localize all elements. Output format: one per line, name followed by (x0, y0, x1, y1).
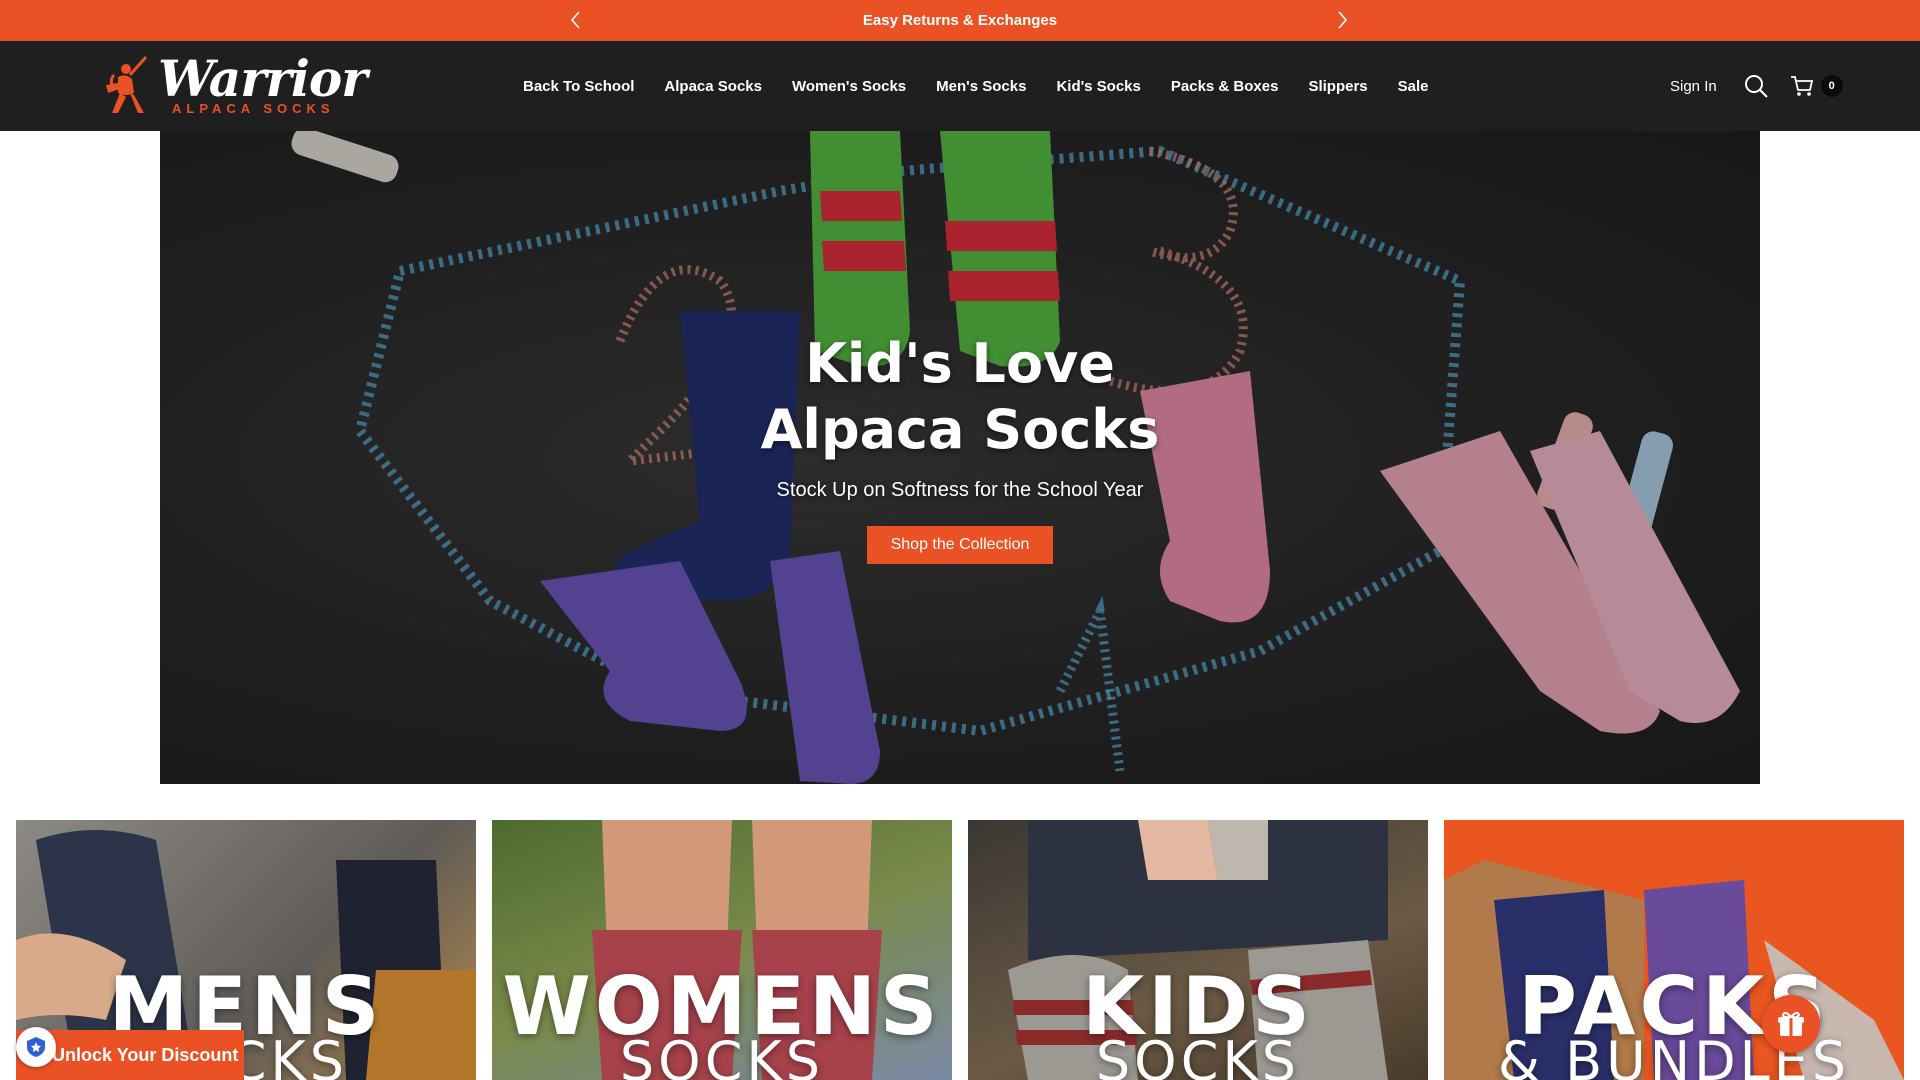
cart-count-badge: 0 (1820, 75, 1843, 97)
category-tile-kids[interactable]: KIDS SOCKS (968, 820, 1428, 1080)
category-tile-packs[interactable]: PACKS & BUNDLES (1444, 820, 1904, 1080)
nav-item-slippers[interactable]: Slippers (1308, 78, 1367, 95)
nav-item-kids-socks[interactable]: Kid's Socks (1056, 78, 1140, 95)
brand-tagline: ALPACA SOCKS (172, 101, 335, 116)
nav-item-alpaca-socks[interactable]: Alpaca Socks (664, 78, 762, 95)
brand-logo[interactable]: Warrior ALPACA SOCKS (100, 49, 368, 121)
cart-button[interactable]: 0 (1789, 73, 1843, 99)
category-subtitle: & BUNDLES (1497, 1030, 1851, 1080)
nav-item-sale[interactable]: Sale (1398, 78, 1429, 95)
category-tiles: MENS SOCKS WOMENS SOCKS KIDS SOCKS PACKS… (16, 820, 1904, 1080)
header-actions: Sign In 0 (1670, 41, 1843, 131)
search-icon[interactable] (1743, 73, 1769, 99)
hero-content: Kid's Love Alpaca Socks Stock Up on Soft… (160, 331, 1760, 564)
announcement-bar: Easy Returns & Exchanges (0, 0, 1920, 41)
sign-in-link[interactable]: Sign In (1670, 78, 1717, 95)
category-subtitle: SOCKS (1095, 1030, 1301, 1080)
category-tile-womens[interactable]: WOMENS SOCKS (492, 820, 952, 1080)
hero-title: Kid's Love Alpaca Socks (760, 332, 1160, 461)
nav-item-packs-boxes[interactable]: Packs & Boxes (1171, 78, 1279, 95)
gift-icon[interactable] (1762, 995, 1820, 1053)
category-subtitle: SOCKS (619, 1030, 825, 1080)
discount-badge-icon[interactable] (16, 1027, 56, 1067)
hero-banner: Kid's Love Alpaca Socks Stock Up on Soft… (160, 131, 1760, 784)
nav-item-back-to-school[interactable]: Back To School (523, 78, 634, 95)
hero-subtitle: Stock Up on Softness for the School Year (776, 479, 1144, 501)
chevron-right-icon[interactable] (1330, 8, 1354, 32)
brand-wordmark: Warrior (158, 49, 368, 108)
shop-collection-button[interactable]: Shop the Collection (866, 526, 1054, 564)
cart-icon (1789, 73, 1815, 99)
warrior-logo-icon (106, 56, 148, 113)
nav-item-womens-socks[interactable]: Women's Socks (792, 78, 906, 95)
announcement-text: Easy Returns & Exchanges (862, 12, 1058, 29)
site-header: Warrior ALPACA SOCKS Back To School Alpa… (0, 41, 1920, 131)
nav-item-mens-socks[interactable]: Men's Socks (936, 78, 1026, 95)
main-nav: Back To School Alpaca Socks Women's Sock… (523, 41, 1459, 131)
